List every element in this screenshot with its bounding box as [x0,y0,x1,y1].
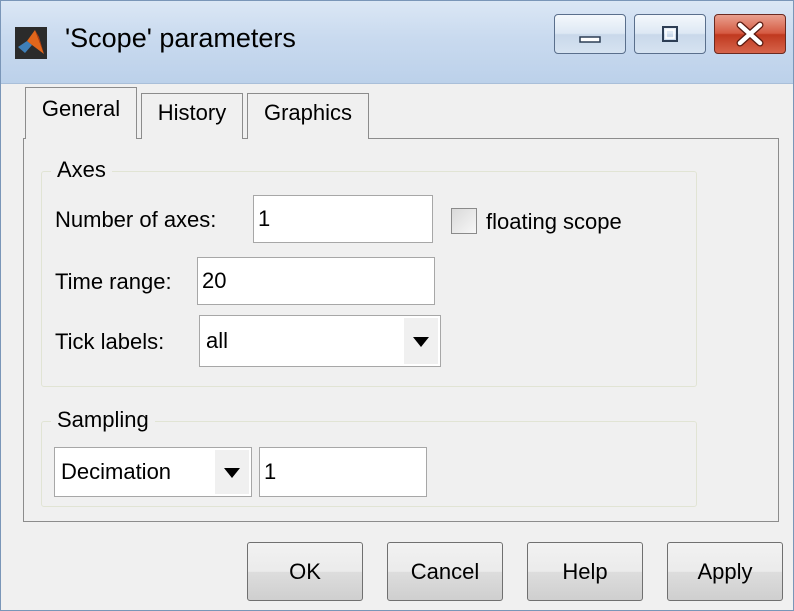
number-of-axes-input[interactable] [253,195,433,243]
tick-labels-dropdown[interactable]: all [199,315,441,367]
cancel-button[interactable]: Cancel [387,542,503,601]
tick-labels-value: all [206,328,229,353]
time-range-input[interactable] [197,257,435,305]
maximize-icon [662,26,678,42]
close-button[interactable] [714,14,786,54]
tab-graphics[interactable]: Graphics [247,93,369,139]
tab-history-label: History [157,100,227,125]
tab-general-label: General [41,96,121,121]
tab-general[interactable]: General [25,87,137,139]
minimize-button[interactable] [554,14,626,54]
chevron-down-icon [215,450,249,494]
decimation-factor-input[interactable] [259,447,427,497]
apply-button[interactable]: Apply [667,542,783,601]
close-icon [736,21,764,47]
sampling-group-label: Sampling [51,407,155,433]
ok-button[interactable]: OK [247,542,363,601]
window-title: 'Scope' parameters [65,23,296,53]
matlab-logo-icon [15,27,47,59]
minimize-icon [579,36,601,43]
title-bar[interactable]: 'Scope' parameters [1,1,793,84]
tick-labels-label: Tick labels: [55,329,165,354]
tab-history[interactable]: History [141,93,243,139]
scope-parameters-dialog: 'Scope' parameters General History Graph… [0,0,794,611]
sampling-mode-dropdown[interactable]: Decimation [54,447,252,497]
help-button[interactable]: Help [527,542,643,601]
maximize-button[interactable] [634,14,706,54]
floating-scope-label: floating scope [486,209,622,234]
tab-graphics-label: Graphics [263,100,353,125]
floating-scope-checkbox[interactable] [451,208,477,234]
number-of-axes-label: Number of axes: [55,207,217,232]
chevron-down-icon [404,318,438,364]
time-range-label: Time range: [55,269,172,294]
sampling-mode-value: Decimation [61,459,172,484]
axes-group-label: Axes [51,157,112,183]
